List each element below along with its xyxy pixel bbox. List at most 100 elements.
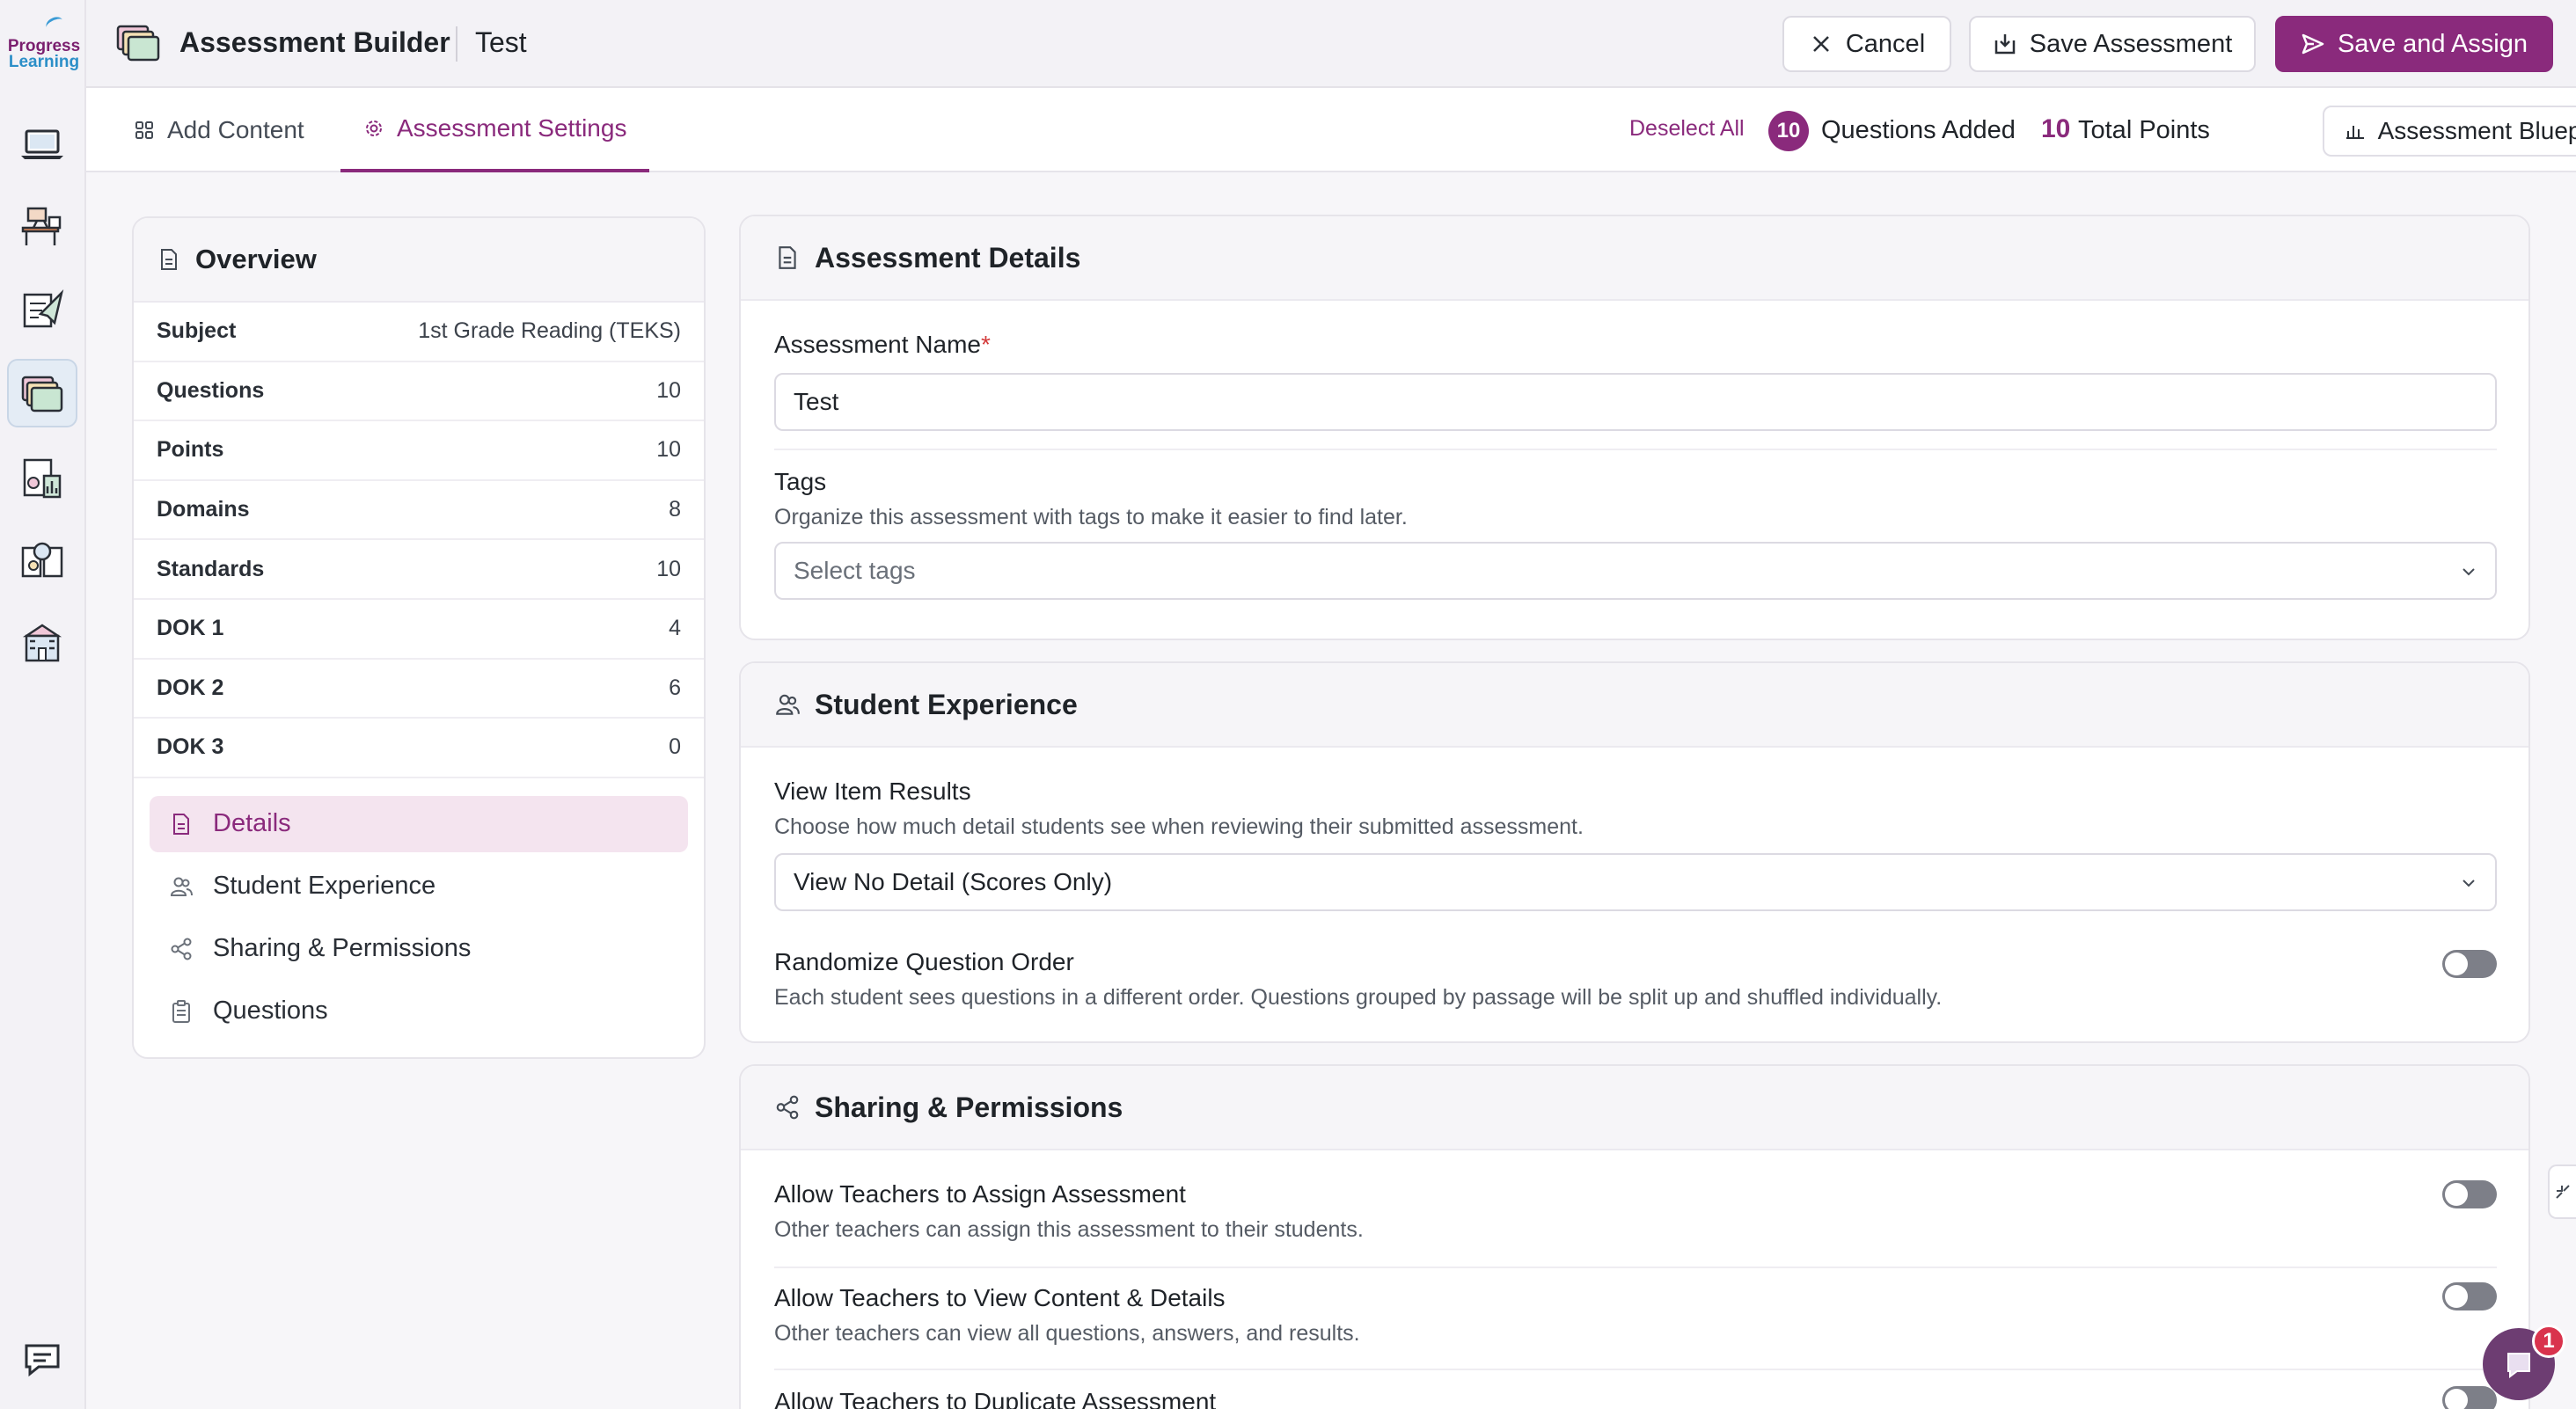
assessment-name-input[interactable]: Test — [774, 373, 2497, 431]
document-icon — [779, 246, 796, 269]
student-experience-card: Student Experience View Item Results Cho… — [739, 661, 2530, 1043]
assessment-name-value: Test — [794, 388, 839, 415]
allow-assign-toggle[interactable] — [2442, 1180, 2497, 1208]
rail-classroom-button[interactable] — [7, 192, 77, 260]
sharing-permissions-card: Sharing & Permissions Allow Teachers to … — [739, 1064, 2530, 1409]
collapse-arrows-icon — [2556, 1185, 2570, 1199]
overview-row-points: Points 10 — [134, 421, 704, 481]
users-icon — [776, 694, 800, 715]
users-icon — [170, 877, 193, 896]
view-item-results-select[interactable]: View No Detail (Scores Only) — [774, 853, 2497, 911]
overview-title: Overview — [195, 244, 317, 274]
rail-resources-button[interactable] — [7, 526, 77, 595]
assessment-blueprint-button[interactable]: Assessment Blueprint — [2323, 106, 2576, 157]
student-experience-title: Student Experience — [815, 688, 1078, 720]
randomize-question-order-toggle[interactable] — [2442, 950, 2497, 978]
rail-school-button[interactable] — [7, 609, 77, 677]
chevron-down-icon — [2463, 568, 2475, 576]
tags-help-text: Organize this assessment with tags to ma… — [774, 505, 1408, 529]
left-rail: Progress Learning — [0, 0, 86, 1409]
chevron-down-icon — [2463, 880, 2475, 887]
save-assessment-button[interactable]: Save Assessment — [1969, 16, 2256, 72]
title-separator — [456, 26, 457, 62]
close-icon — [1812, 36, 1829, 52]
allow-assign-label: Allow Teachers to Assign Assessment — [774, 1180, 1186, 1208]
tab-add-content[interactable]: Add Content — [134, 88, 304, 172]
nav-item-student-experience[interactable]: Student Experience — [150, 858, 688, 915]
allow-view-content-label: Allow Teachers to View Content & Details — [774, 1284, 1226, 1311]
laptop-icon — [21, 129, 63, 159]
progress-learning-logo[interactable]: Progress Learning — [5, 14, 83, 71]
questions-count-badge: 10 — [1768, 111, 1809, 151]
rail-reports-button[interactable] — [7, 443, 77, 512]
nav-item-label: Details — [213, 809, 291, 838]
allow-view-content-help: Other teachers can view all questions, a… — [774, 1321, 1360, 1346]
app-title: Assessment Builder — [179, 26, 450, 58]
nav-item-sharing-permissions[interactable]: Sharing & Permissions — [150, 921, 688, 977]
clipboard-icon — [172, 999, 190, 1023]
randomize-question-order-label: Randomize Question Order — [774, 948, 1074, 975]
document-icon — [161, 249, 177, 270]
paper-plane-icon — [23, 289, 64, 328]
chat-notification-badge: 1 — [2532, 1325, 2565, 1358]
assessment-details-card: Assessment Details Assessment Name* Test… — [739, 215, 2530, 640]
overview-value: 0 — [669, 734, 681, 760]
side-panel-handle[interactable] — [2548, 1164, 2576, 1219]
overview-value: 8 — [669, 497, 681, 522]
bar-chart-icon — [2345, 126, 2364, 139]
divider — [774, 1369, 2497, 1370]
overview-key: Points — [157, 437, 224, 463]
overview-row-dok3: DOK 3 0 — [134, 719, 704, 778]
overview-value: 6 — [669, 675, 681, 700]
deselect-all-link[interactable]: Deselect All — [1629, 116, 1745, 142]
tab-assessment-settings[interactable]: Assessment Settings — [340, 88, 650, 172]
overview-value: 10 — [656, 377, 681, 403]
divider — [774, 1267, 2497, 1268]
overview-row-subject: Subject 1st Grade Reading (TEKS) — [134, 303, 704, 362]
rail-assessment-builder-button[interactable] — [7, 359, 77, 427]
logo-line2: Learning — [8, 53, 80, 71]
nav-item-label: Student Experience — [213, 872, 436, 901]
cancel-label: Cancel — [1845, 29, 1926, 58]
cancel-button[interactable]: Cancel — [1782, 16, 1951, 72]
assessment-details-header: Assessment Details — [741, 216, 2528, 301]
rail-assign-button[interactable] — [7, 274, 77, 343]
grid-icon — [135, 121, 153, 139]
allow-view-content-toggle[interactable] — [2442, 1282, 2497, 1310]
document-icon — [173, 813, 189, 835]
nav-item-questions[interactable]: Questions — [150, 983, 688, 1040]
classroom-desk-icon — [21, 207, 62, 245]
tags-label: Tags — [774, 468, 827, 495]
allow-duplicate-toggle[interactable] — [2442, 1386, 2497, 1409]
allow-assign-help: Other teachers can assign this assessmen… — [774, 1217, 1364, 1242]
tab-bar: Add Content Assessment Settings Deselect… — [86, 88, 2576, 172]
tab-add-content-label: Add Content — [167, 116, 304, 143]
stacked-folders-icon — [21, 376, 63, 412]
overview-value: 1st Grade Reading (TEKS) — [418, 318, 681, 344]
gear-icon — [366, 120, 382, 136]
share-icon — [171, 938, 192, 960]
chat-bubble-icon — [2507, 1353, 2530, 1378]
overview-nav: Details Student Experience Sharing & Per… — [134, 778, 704, 1040]
assessment-name-label: Assessment Name* — [774, 331, 991, 359]
nav-item-label: Questions — [213, 997, 328, 1026]
support-chat-icon[interactable] — [19, 1337, 65, 1383]
overview-key: DOK 2 — [157, 675, 224, 700]
total-points-count: 10 — [2041, 114, 2071, 143]
report-chart-icon — [23, 458, 62, 499]
tags-placeholder: Select tags — [794, 557, 916, 584]
tags-select[interactable]: Select tags — [774, 542, 2497, 600]
rail-laptop-button[interactable] — [7, 109, 77, 178]
assessment-details-title: Assessment Details — [815, 241, 1081, 274]
nav-item-details[interactable]: Details — [150, 795, 688, 852]
required-asterisk: * — [980, 331, 991, 358]
overview-row-standards: Standards 10 — [134, 540, 704, 600]
overview-panel: Overview Subject 1st Grade Reading (TEKS)… — [132, 216, 706, 1059]
overview-key: DOK 1 — [157, 616, 224, 641]
sharing-permissions-header: Sharing & Permissions — [741, 1066, 2528, 1150]
overview-header: Overview — [134, 218, 704, 303]
overview-value: 10 — [656, 556, 681, 581]
tab-assessment-settings-label: Assessment Settings — [397, 114, 627, 142]
nav-item-label: Sharing & Permissions — [213, 934, 472, 963]
save-and-assign-button[interactable]: Save and Assign — [2275, 16, 2553, 72]
